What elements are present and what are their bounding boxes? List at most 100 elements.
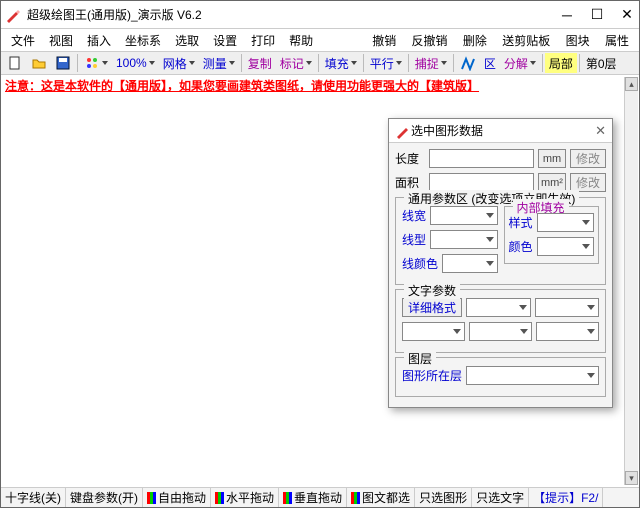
status-horiz[interactable]: 水平拖动 (211, 488, 279, 507)
statusbar: 十字线(关) 键盘参数(开) 自由拖动 水平拖动 垂直拖动 图文都选 只选图形 … (1, 487, 639, 507)
measure-button[interactable]: 测量 (199, 53, 239, 73)
layer-group-title: 图层 (404, 350, 436, 367)
rgb-icon (215, 492, 224, 504)
length-modify-button[interactable]: 修改 (570, 149, 606, 168)
menu-redo[interactable]: 反撤销 (406, 34, 454, 48)
text-select-2[interactable] (535, 298, 600, 317)
linecolor-select[interactable] (442, 254, 497, 273)
status-tip[interactable]: 【提示】F2/ (529, 488, 603, 507)
status-keyboard[interactable]: 键盘参数(开) (66, 488, 143, 507)
chevron-down-icon (149, 61, 155, 65)
open-icon (31, 55, 47, 71)
chevron-down-icon (189, 61, 195, 65)
scroll-up-button[interactable]: ▴ (625, 77, 638, 91)
menu-insert[interactable]: 插入 (81, 32, 117, 49)
palette-button[interactable] (80, 53, 112, 73)
notice-text: 注意：这是本软件的【通用版】，如果您要画建筑类图纸，请使用功能更强大的【建筑版】 (1, 75, 639, 96)
style-select[interactable] (537, 213, 594, 232)
style-label: 样式 (509, 214, 533, 231)
decompose-button[interactable]: 分解 (500, 53, 540, 73)
chevron-down-icon (102, 61, 108, 65)
inner-fill-group: 内部填充 样式 颜色 (504, 206, 600, 264)
parallel-button[interactable]: 平行 (366, 53, 406, 73)
zone-button[interactable]: 区 (480, 53, 500, 73)
chevron-down-icon (396, 61, 402, 65)
menu-coords[interactable]: 坐标系 (119, 32, 167, 49)
save-icon (55, 55, 71, 71)
open-button[interactable] (27, 53, 51, 73)
chevron-down-icon (229, 61, 235, 65)
chevron-down-icon (530, 61, 536, 65)
layer-group: 图层 图形所在层 (395, 357, 606, 397)
area-label: 面积 (395, 174, 425, 191)
menu-view[interactable]: 视图 (43, 32, 79, 49)
menu-file[interactable]: 文件 (5, 32, 41, 49)
toolbar: 100% 网格 测量 复制 标记 填充 平行 捕捉 区 分解 局部 第0层 (1, 51, 639, 75)
window-title: 超级绘图王(通用版)_演示版 V6.2 (27, 6, 559, 23)
new-button[interactable] (3, 53, 27, 73)
length-unit: mm (538, 149, 566, 168)
status-textsel[interactable]: 图文都选 (347, 488, 415, 507)
snap-button[interactable]: 捕捉 (411, 53, 451, 73)
menu-props[interactable]: 属性 (599, 34, 635, 48)
zoom-button[interactable]: 100% (112, 53, 159, 73)
vertical-scrollbar[interactable]: ▴ ▾ (624, 77, 638, 485)
minimize-button[interactable]: ─ (559, 8, 575, 22)
menu-undo[interactable]: 撤销 (366, 34, 402, 48)
color-select[interactable] (537, 237, 594, 256)
status-crosshair[interactable]: 十字线(关) (1, 488, 66, 507)
detail-format-button[interactable]: 详细格式 (402, 298, 462, 317)
linewidth-select[interactable] (430, 206, 497, 225)
status-selshape[interactable]: 只选图形 (415, 488, 472, 507)
fill-button[interactable]: 填充 (321, 53, 361, 73)
text-params-title: 文字参数 (404, 282, 460, 299)
save-button[interactable] (51, 53, 75, 73)
scroll-down-button[interactable]: ▾ (625, 471, 638, 485)
status-seltext[interactable]: 只选文字 (472, 488, 529, 507)
text-select-5[interactable] (536, 322, 599, 341)
zone-icon-button[interactable] (456, 53, 480, 73)
shape-data-panel: 选中图形数据 ✕ 长度 mm 修改 面积 mm² 修改 通用参数区 (改变选项立… (388, 118, 613, 408)
status-free[interactable]: 自由拖动 (143, 488, 211, 507)
menu-settings[interactable]: 设置 (207, 32, 243, 49)
new-icon (7, 55, 23, 71)
text-select-1[interactable] (466, 298, 531, 317)
grid-button[interactable]: 网格 (159, 53, 199, 73)
length-label: 长度 (395, 150, 425, 167)
local-button[interactable]: 局部 (545, 53, 577, 73)
mark-button[interactable]: 标记 (276, 53, 316, 73)
rgb-icon (283, 492, 292, 504)
layer-button[interactable]: 第0层 (582, 53, 621, 73)
text-select-3[interactable] (402, 322, 465, 341)
chevron-down-icon (441, 61, 447, 65)
length-input[interactable] (429, 149, 534, 168)
panel-title: 选中图形数据 (411, 122, 595, 139)
rgb-icon (351, 492, 360, 504)
maximize-button[interactable]: ☐ (589, 8, 605, 22)
close-button[interactable]: ✕ (619, 8, 635, 22)
chevron-down-icon (351, 61, 357, 65)
menu-print[interactable]: 打印 (245, 32, 281, 49)
linetype-select[interactable] (430, 230, 497, 249)
linewidth-label: 线宽 (402, 207, 426, 224)
menu-help[interactable]: 帮助 (283, 32, 319, 49)
linecolor-label: 线颜色 (402, 255, 438, 272)
layer-at-label: 图形所在层 (402, 367, 462, 384)
menu-select[interactable]: 选取 (169, 32, 205, 49)
linetype-label: 线型 (402, 231, 426, 248)
pencil-icon (395, 123, 411, 139)
panel-close-button[interactable]: ✕ (595, 123, 606, 139)
chevron-down-icon (306, 61, 312, 65)
layer-select[interactable] (466, 366, 599, 385)
menubar: 文件 视图 插入 坐标系 选取 设置 打印 帮助 撤销 反撤销 删除 送剪贴板 … (1, 29, 639, 51)
text-select-4[interactable] (469, 322, 532, 341)
titlebar: 超级绘图王(通用版)_演示版 V6.2 ─ ☐ ✕ (1, 1, 639, 29)
status-vert[interactable]: 垂直拖动 (279, 488, 347, 507)
menu-block[interactable]: 图块 (560, 34, 596, 48)
text-params-group: 文字参数 详细格式 (395, 289, 606, 353)
menu-clipboard[interactable]: 送剪贴板 (496, 34, 556, 48)
menu-delete[interactable]: 删除 (457, 34, 493, 48)
copy-button[interactable]: 复制 (244, 53, 276, 73)
color-label: 颜色 (509, 238, 533, 255)
rgb-icon (147, 492, 156, 504)
